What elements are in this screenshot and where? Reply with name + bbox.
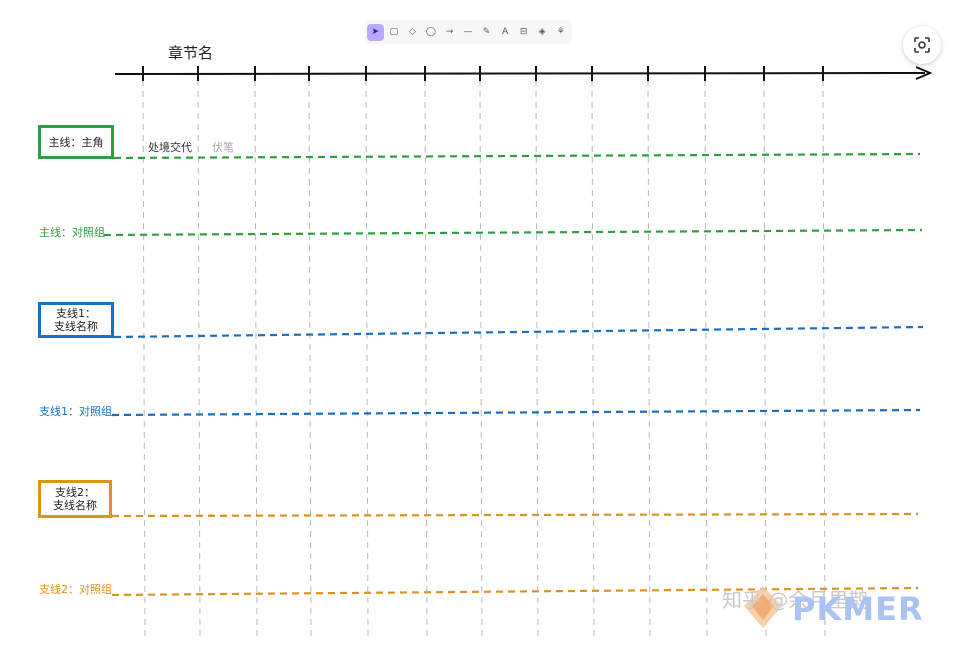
branch1-control-label: 支线1：对照组 xyxy=(39,405,112,418)
pkmer-watermark: PKMER xyxy=(792,590,924,628)
timeline-axis xyxy=(114,72,926,75)
column-divider xyxy=(365,79,369,641)
image-icon[interactable]: ⊟ xyxy=(515,24,532,41)
column-divider xyxy=(197,79,201,641)
branch2-line-label-line1: 支线2： xyxy=(55,486,95,499)
column-divider xyxy=(591,79,595,641)
column-divider xyxy=(142,79,146,641)
drawing-toolbar: ➤ ▢ ◇ ◯ → — ✎ A ⊟ ◈ ⚘ xyxy=(364,20,572,44)
whiteboard-canvas[interactable] xyxy=(0,0,965,660)
event-cell-text[interactable]: 处境交代 xyxy=(148,139,192,155)
branch2-line-label-line2: 支线名称 xyxy=(53,499,97,512)
library-icon[interactable]: ⚘ xyxy=(552,24,569,41)
eraser-icon[interactable]: ◈ xyxy=(534,24,551,41)
column-divider xyxy=(647,79,651,641)
arrow-icon[interactable]: → xyxy=(441,24,458,41)
column-divider xyxy=(763,79,767,641)
main-control-label: 主线：对照组 xyxy=(39,226,105,239)
column-divider xyxy=(535,79,539,641)
chapter-name-heading: 章节名 xyxy=(168,44,214,62)
lens-search-button[interactable] xyxy=(903,26,941,64)
branch1-line-label-box[interactable]: 支线1： 支线名称 xyxy=(38,302,114,338)
column-divider xyxy=(822,79,826,641)
branch1-line-label-line2: 支线名称 xyxy=(54,320,98,333)
main-line-label-box[interactable]: 主线：主角 xyxy=(38,125,114,159)
branch1-line-dashed-line xyxy=(113,325,924,339)
ellipse-icon[interactable]: ◯ xyxy=(423,24,440,41)
diamond-icon[interactable]: ◇ xyxy=(404,24,421,41)
main-line-label: 主线：主角 xyxy=(48,135,104,149)
branch2-line-dashed-line xyxy=(111,512,919,518)
pointer-icon[interactable]: ➤ xyxy=(367,23,384,41)
pencil-icon[interactable]: ✎ xyxy=(478,24,495,41)
main-control-dashed-line xyxy=(103,228,923,237)
rectangle-icon[interactable]: ▢ xyxy=(386,24,403,41)
text-icon[interactable]: A xyxy=(497,24,514,41)
line-icon[interactable]: — xyxy=(460,24,477,41)
column-divider xyxy=(479,79,483,641)
branch2-control-label: 支线2：对照组 xyxy=(39,583,112,596)
column-divider xyxy=(704,79,708,641)
main-line-dashed-line xyxy=(113,152,921,160)
column-divider xyxy=(308,79,312,641)
branch1-line-label-line1: 支线1： xyxy=(56,307,96,320)
foreshadow-cell-text[interactable]: 伏笔 xyxy=(212,139,234,155)
column-divider xyxy=(254,79,258,641)
branch1-control-dashed-line xyxy=(111,408,921,417)
branch2-line-label-box[interactable]: 支线2： 支线名称 xyxy=(38,480,112,518)
lens-search-icon xyxy=(914,37,930,53)
column-divider xyxy=(424,79,428,641)
